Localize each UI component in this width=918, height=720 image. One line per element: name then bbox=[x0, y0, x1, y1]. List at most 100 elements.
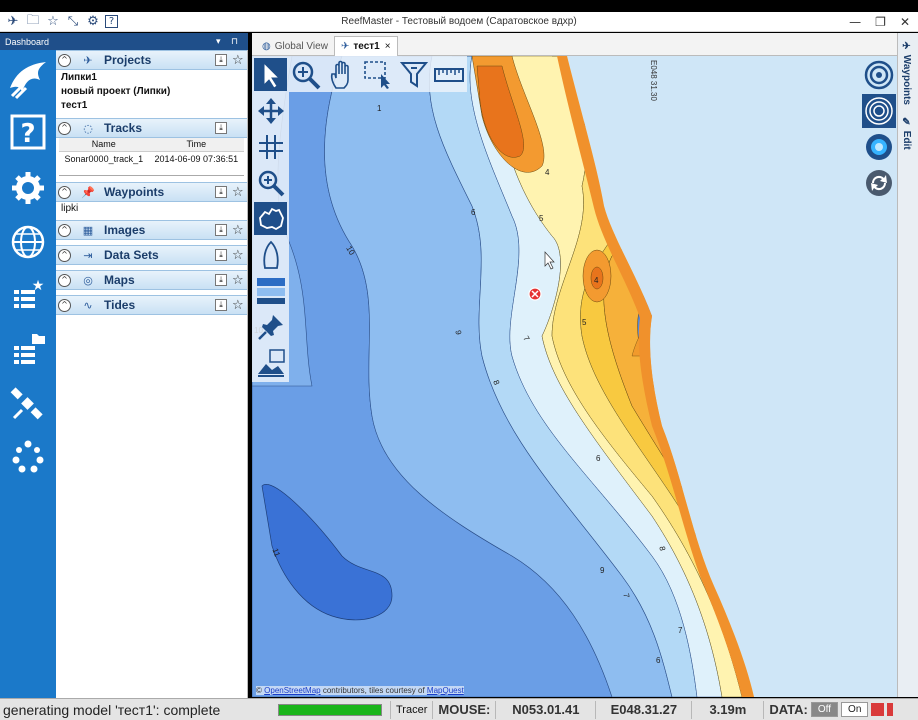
filter-icon[interactable] bbox=[397, 58, 430, 91]
radar-icon: ◎ bbox=[83, 273, 93, 287]
longitude-gridline-label: E048 31.30 bbox=[649, 60, 658, 101]
import-icon[interactable]: ⤓ bbox=[215, 299, 227, 311]
tab-close-button[interactable]: × bbox=[385, 41, 391, 52]
star-icon[interactable]: ☆ bbox=[232, 223, 244, 238]
list-item[interactable]: lipki bbox=[61, 203, 242, 214]
mapquest-link[interactable]: MapQuest bbox=[427, 686, 464, 695]
column-header[interactable]: Name bbox=[59, 138, 149, 152]
projects-title: Projects bbox=[104, 53, 152, 67]
waypoint-import-icon[interactable] bbox=[254, 346, 287, 379]
svg-text:?: ? bbox=[20, 119, 35, 149]
list-item[interactable]: новый проект (Липки) bbox=[61, 85, 242, 99]
sonar-rings-icon[interactable] bbox=[862, 58, 896, 92]
record-indicator[interactable] bbox=[871, 703, 885, 716]
select-arrow-tool[interactable] bbox=[254, 58, 287, 91]
dashboard-pin-button[interactable]: ▾ ⊓ bbox=[216, 36, 248, 47]
depth-label: 5 bbox=[582, 318, 587, 327]
zoom-in-icon[interactable] bbox=[254, 166, 287, 199]
tab-waypoints[interactable]: ✈ Waypoints bbox=[901, 41, 912, 105]
globe-icon[interactable] bbox=[8, 222, 48, 262]
reefmaster-logo-icon[interactable] bbox=[6, 58, 50, 102]
projects-list: Липки1 новый проект (Липки) тест1 bbox=[56, 70, 247, 118]
marquee-select-icon[interactable] bbox=[361, 58, 394, 91]
import-icon[interactable]: ⤓ bbox=[215, 224, 227, 236]
data-on-button[interactable]: On bbox=[841, 702, 869, 717]
help-icon[interactable]: ? bbox=[8, 112, 48, 152]
pencil-icon: ✎ bbox=[901, 117, 912, 128]
tracks-title: Tracks bbox=[104, 121, 143, 135]
collapse-icon[interactable]: ^ bbox=[58, 298, 71, 312]
restore-button[interactable]: ❐ bbox=[875, 15, 886, 29]
list-item[interactable]: Липки1 bbox=[61, 71, 242, 85]
star-icon[interactable]: ☆ bbox=[45, 14, 61, 30]
mouse-depth: 3.19m bbox=[709, 702, 747, 717]
collapse-icon[interactable]: ^ bbox=[58, 121, 71, 135]
tab-global-view[interactable]: ◍ Global View bbox=[256, 36, 334, 56]
pan-arrows-icon[interactable] bbox=[254, 94, 287, 127]
projects-section-header[interactable]: ^ ✈ Projects ⤓ ☆ bbox=[56, 50, 247, 70]
star-icon[interactable]: ☆ bbox=[232, 298, 244, 313]
images-section-header[interactable]: ^ ▦ Images ⤓ ☆ bbox=[56, 220, 247, 240]
sonar-rings-active-icon[interactable] bbox=[862, 94, 896, 128]
layers-icon[interactable] bbox=[254, 274, 287, 307]
pin-icon[interactable] bbox=[254, 310, 287, 343]
satellite-icon[interactable]: ⤡ bbox=[65, 14, 81, 30]
contour-map bbox=[252, 56, 897, 697]
sonar-glow-icon[interactable] bbox=[862, 130, 896, 164]
grid-icon[interactable] bbox=[254, 130, 287, 163]
star-icon[interactable]: ☆ bbox=[232, 185, 244, 200]
ruler-icon[interactable] bbox=[432, 58, 465, 91]
folder-list-icon[interactable] bbox=[8, 330, 48, 370]
column-header[interactable]: Time bbox=[148, 138, 244, 152]
table-row[interactable]: Sonar0000_track_1 2014-06-09 07:36:51 bbox=[59, 151, 244, 166]
stop-indicator[interactable] bbox=[887, 703, 894, 716]
maps-section-header[interactable]: ^ ◎ Maps ⤓ ☆ bbox=[56, 270, 247, 290]
tides-section-header[interactable]: ^ ∿ Tides ⤓ ☆ bbox=[56, 295, 247, 315]
boat-icon[interactable] bbox=[254, 238, 287, 271]
images-title: Images bbox=[104, 223, 146, 237]
waypoints-section-header[interactable]: ^ 📌 Waypoints ⤓ ☆ bbox=[56, 182, 247, 202]
tracks-section-header[interactable]: ^ ◌ Tracks ⤓ bbox=[56, 118, 247, 138]
import-icon[interactable]: ⤓ bbox=[215, 274, 227, 286]
datasets-section-header[interactable]: ^ ⇥ Data Sets ⤓ ☆ bbox=[56, 245, 247, 265]
hand-icon[interactable] bbox=[325, 58, 358, 91]
tab-edit[interactable]: ✎ Edit bbox=[901, 117, 912, 150]
favorites-list-icon[interactable]: ★ bbox=[8, 276, 48, 316]
collapse-icon[interactable]: ^ bbox=[58, 223, 71, 237]
pin-icon: ✈ bbox=[901, 41, 912, 52]
import-icon[interactable]: ⤓ bbox=[215, 186, 227, 198]
tab-test1[interactable]: ✈ тест1 × bbox=[334, 36, 398, 56]
collapse-icon[interactable]: ^ bbox=[58, 185, 71, 199]
depth-label: 9 bbox=[600, 566, 605, 575]
star-icon[interactable]: ☆ bbox=[232, 273, 244, 288]
star-icon[interactable]: ☆ bbox=[232, 53, 244, 68]
folder-icon[interactable]: 🗀 bbox=[25, 13, 41, 30]
gear-icon[interactable]: ⚙ bbox=[85, 14, 101, 30]
satellite-icon[interactable] bbox=[8, 384, 48, 424]
openstreetmap-link[interactable]: OpenStreetMap bbox=[264, 686, 320, 695]
refresh-icon[interactable] bbox=[862, 166, 896, 200]
collapse-icon[interactable]: ^ bbox=[58, 273, 71, 287]
dots-ring-icon[interactable] bbox=[8, 436, 48, 476]
gear-icon[interactable] bbox=[8, 168, 48, 208]
import-icon[interactable]: ⤓ bbox=[215, 122, 227, 134]
collapse-icon[interactable]: ^ bbox=[58, 53, 71, 67]
data-off-button[interactable]: Off bbox=[810, 702, 839, 717]
mouse-latitude: N053.01.41 bbox=[512, 702, 580, 717]
star-icon[interactable]: ☆ bbox=[232, 248, 244, 263]
track-icon: ◌ bbox=[83, 121, 93, 135]
list-item[interactable]: тест1 bbox=[61, 99, 242, 113]
dashboard-header: Dashboard ▾ ⊓ bbox=[0, 33, 248, 50]
zoom-in-icon[interactable] bbox=[289, 58, 322, 91]
bathymetry-map[interactable]: 10 9 8 7 6 5 4 1 11 10 9 8 7 6 5 4 7 6 E… bbox=[252, 56, 897, 697]
import-icon[interactable]: ⤓ bbox=[215, 249, 227, 261]
minimize-button[interactable]: — bbox=[849, 15, 861, 29]
mouse-longitude: E048.31.27 bbox=[610, 702, 678, 717]
australia-outline-icon[interactable] bbox=[254, 202, 287, 235]
help-icon[interactable]: ? bbox=[105, 15, 118, 28]
import-icon[interactable]: ⤓ bbox=[215, 54, 227, 66]
close-button[interactable]: ✕ bbox=[900, 15, 910, 29]
collapse-icon[interactable]: ^ bbox=[58, 248, 71, 262]
tracer-button[interactable]: Tracer bbox=[390, 700, 432, 719]
app-logo-icon[interactable]: ✈ bbox=[5, 14, 21, 30]
